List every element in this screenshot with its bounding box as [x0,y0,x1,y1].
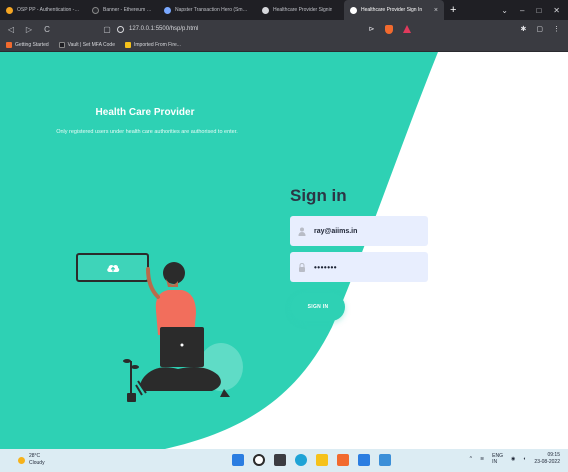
clock-time: 09:15 [547,452,560,458]
os-taskbar: 28°C Cloudy ^ ≋ ENG IN ◉ ◐ 09:15 23-08-2… [0,449,568,472]
url-field[interactable]: ▢ 127.0.0.1:5500/hsp/p.html [102,25,198,34]
tab-label: Napster Transaction Hero (SmallBi [175,7,250,13]
tab-banner[interactable]: Banner - Ethereum OIL [86,0,158,20]
hero-subtitle: Only registered users under health care … [56,129,238,135]
system-tray: ^ ≋ ENG IN ◉ ◐ 09:15 23-08-2022 [470,452,560,466]
brave-shield-icon[interactable] [384,24,393,34]
store-icon[interactable] [358,454,370,466]
bookmark-label: Vault | Set MFA Code [67,41,115,48]
tab-favicon-icon [92,6,99,14]
tab-auth[interactable]: OSP PP - Authentication - Fireba [0,0,86,20]
lock-icon [299,262,305,272]
clock[interactable]: 09:15 23-08-2022 [534,452,560,466]
url-text: 127.0.0.1:5500/hsp/p.html [129,26,199,32]
site-info-icon[interactable] [117,25,124,33]
hero-title: Health Care Provider [95,107,195,118]
chevron-up-icon[interactable]: ^ [470,456,472,462]
network-icon[interactable]: ≋ [480,456,484,462]
tab-label: Healthcare Provider Signin [273,7,333,13]
screen: OSP PP - Authentication - Fireba Banner … [0,0,568,472]
taskbar-apps [232,454,391,466]
volume-icon[interactable]: ◐ [523,456,526,462]
tab-strip: OSP PP - Authentication - Fireba Banner … [0,0,568,20]
new-tab-button[interactable]: + [444,0,462,20]
bookmark-imported[interactable]: Imported From Fire... [124,41,181,48]
tab-healthcare-signin[interactable]: Healthcare Provider Signin [256,0,344,20]
minimize-button[interactable]: – [520,6,524,15]
maximize-button[interactable]: □ [536,6,541,15]
reload-button[interactable]: C [42,25,52,34]
weather-desc: Cloudy [29,460,45,466]
weather-temp: 28°C [29,453,41,459]
address-bar: ◁ ▷ C ▢ 127.0.0.1:5500/hsp/p.html ⊳ ✱ ▢ … [0,20,568,38]
bookmarks-bar: Getting Started Vault | Set MFA Code Imp… [0,38,568,52]
tab-favicon-icon [262,6,269,14]
tab-label: OSP PP - Authentication - Fireba [17,7,80,13]
language-indicator[interactable]: ENG IN [492,453,503,465]
person-with-laptop-illustration [123,262,243,402]
brave-app-icon[interactable] [337,454,349,466]
forward-button[interactable]: ▷ [24,25,34,34]
wifi-icon[interactable]: ◉ [511,456,515,462]
close-window-button[interactable]: ✕ [553,6,560,15]
folder-icon [124,41,131,48]
page-content: Health Care Provider Only registered use… [0,52,568,449]
email-field[interactable]: ray@aiims.in [290,216,428,246]
share-icon[interactable]: ⊳ [369,25,375,33]
start-icon[interactable] [232,454,244,466]
file-explorer-icon[interactable] [316,454,328,466]
search-icon[interactable] [253,454,265,466]
menu-icon[interactable]: ⋮ [553,25,560,33]
weather-widget[interactable]: 28°C Cloudy [18,453,45,467]
task-view-icon[interactable] [274,454,286,466]
tab-favicon-icon [6,6,13,14]
bookmark-getting-started[interactable]: Getting Started [6,41,49,48]
password-field[interactable]: ••••••• [290,252,428,282]
email-value: ray@aiims.in [314,227,358,235]
brave-icon [6,41,12,48]
tab-search-button[interactable]: ⌄ [501,6,508,15]
toolbar-extensions: ⊳ ✱ ▢ ⋮ [369,20,560,38]
tab-napster[interactable]: Napster Transaction Hero (SmallBi [158,0,256,20]
vault-icon [58,41,65,48]
bookmark-label: Imported From Fire... [133,41,181,48]
clock-date: 23-08-2022 [534,459,560,465]
tab-close-icon[interactable]: × [434,7,438,14]
tab-favicon-icon [350,6,357,14]
bookmark-label: Getting Started [15,41,49,48]
user-icon [298,227,306,236]
edge-icon[interactable] [295,454,307,466]
password-value: ••••••• [314,262,338,272]
tab-label: Healthcare Provider Sign In [361,7,423,13]
bookmark-vault[interactable]: Vault | Set MFA Code [58,41,115,48]
sidebar-icon[interactable]: ▢ [536,25,543,33]
signin-title: Sign in [290,186,347,205]
extensions-icon[interactable]: ✱ [521,25,527,33]
tab-label: Banner - Ethereum OIL [103,7,152,13]
sun-icon [18,456,25,464]
brave-rewards-icon[interactable] [402,25,411,33]
sign-in-button[interactable]: SIGN IN [291,293,345,321]
tab-healthcare-sign-in-active[interactable]: Healthcare Provider Sign In × [344,0,444,20]
back-button[interactable]: ◁ [6,25,16,34]
vscode-icon[interactable] [379,454,391,466]
window-controls: ⌄ – □ ✕ [501,0,568,20]
bookmark-icon[interactable]: ▢ [102,25,112,34]
weather-text: 28°C Cloudy [29,453,45,467]
tab-favicon-icon [164,6,171,14]
